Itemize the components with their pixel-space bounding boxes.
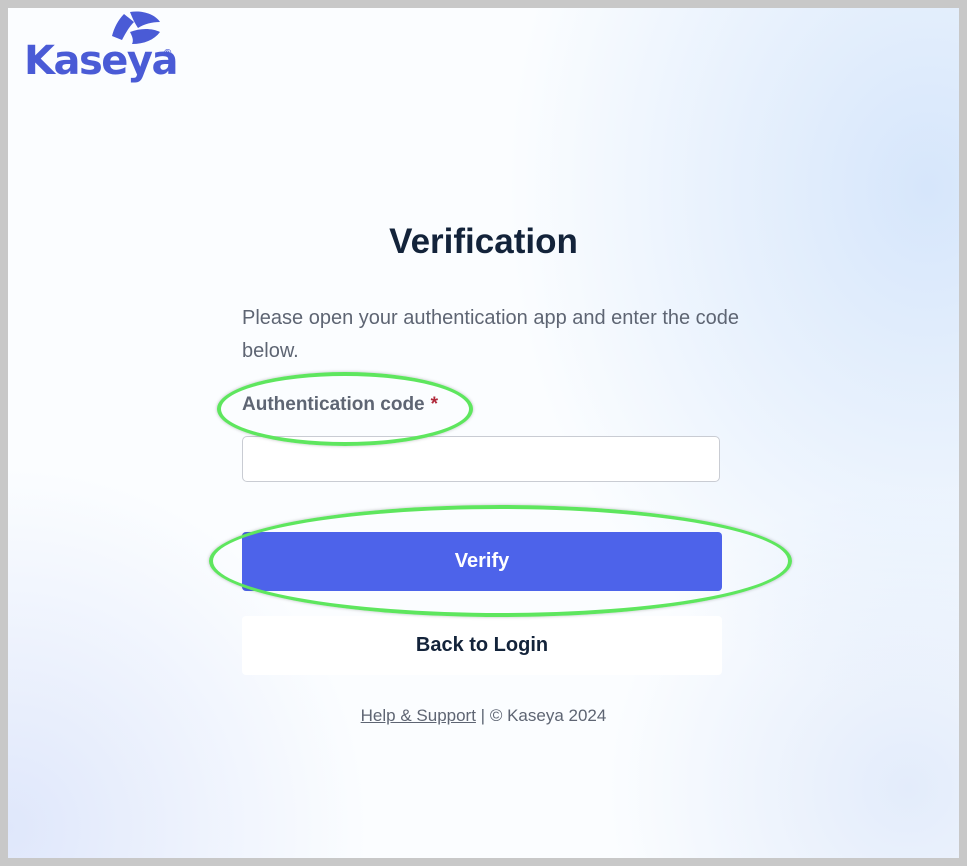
logo-wordmark: Kaseya: [24, 38, 179, 84]
copyright-text: © Kaseya 2024: [489, 706, 607, 725]
required-marker: *: [430, 394, 439, 415]
verify-button[interactable]: Verify: [242, 532, 722, 591]
help-support-link[interactable]: Help & Support: [361, 706, 476, 725]
authentication-code-label-text: Authentication code: [242, 394, 425, 415]
instructions-text: Please open your authentication app and …: [242, 307, 740, 362]
footer: Help & Support | © Kaseya 2024: [8, 706, 959, 726]
registered-mark: ®: [164, 48, 172, 59]
authentication-code-input[interactable]: [242, 436, 720, 482]
footer-separator: |: [475, 706, 490, 725]
back-to-login-button[interactable]: Back to Login: [242, 616, 722, 675]
authentication-code-label: Authentication code *: [242, 394, 438, 416]
login-page: Kaseya ® Verification Please open your a…: [8, 8, 959, 858]
kaseya-logo: Kaseya ®: [24, 10, 179, 90]
page-title: Verification: [389, 222, 578, 261]
